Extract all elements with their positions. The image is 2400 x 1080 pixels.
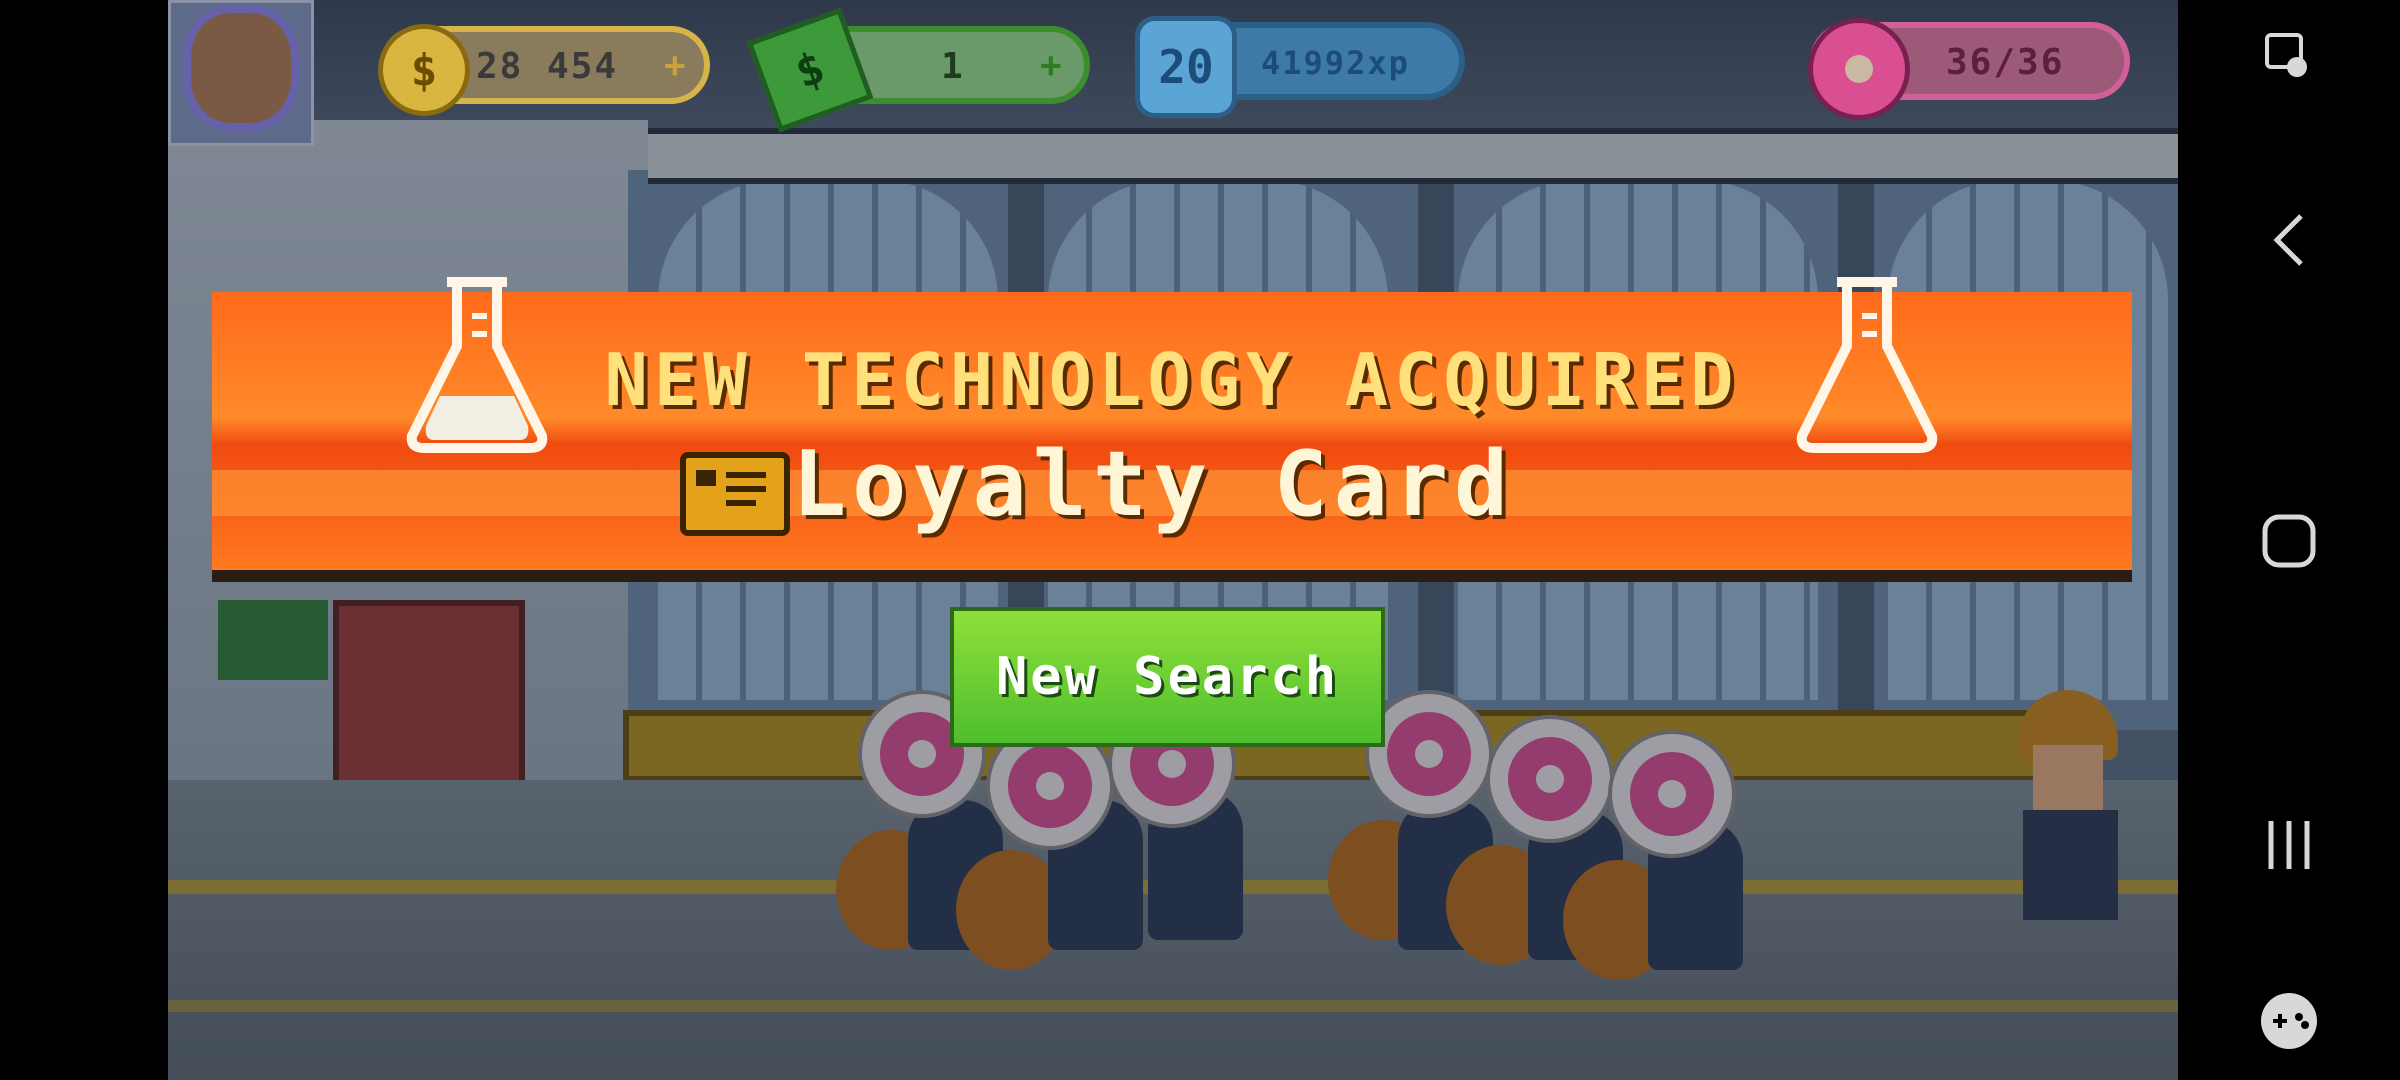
- xp-value: 41992xp: [1261, 44, 1410, 82]
- donut-icon: [1808, 18, 1910, 120]
- avatar-image: [191, 13, 291, 123]
- screen-lock-icon[interactable]: [2244, 10, 2334, 100]
- level-badge-icon: 20: [1135, 16, 1237, 118]
- card-line: [726, 486, 766, 492]
- loyalty-card-icon: [680, 452, 790, 536]
- profile-avatar[interactable]: [168, 0, 314, 146]
- card-line: [726, 500, 756, 506]
- gamepad-icon[interactable]: [2244, 976, 2334, 1066]
- cash-counter[interactable]: $ 1 +: [746, 7, 1090, 133]
- technology-name: Loyalty Card: [792, 432, 1515, 537]
- system-nav-bar: [2178, 0, 2400, 1080]
- add-cash-button[interactable]: +: [1040, 45, 1062, 86]
- coins-counter[interactable]: $ 28 454 +: [378, 24, 710, 116]
- recents-icon[interactable]: [2244, 800, 2334, 890]
- left-letterbox: [0, 0, 168, 1080]
- new-search-button[interactable]: New Search: [950, 607, 1385, 747]
- card-line: [726, 472, 766, 478]
- card-chip: [696, 470, 716, 486]
- coins-value: 28 454: [476, 46, 619, 87]
- xp-counter[interactable]: 20 41992xp: [1135, 16, 1465, 118]
- banner-title: NEW TECHNOLOGY ACQUIRED: [604, 338, 1740, 422]
- add-coins-button[interactable]: +: [664, 45, 686, 86]
- home-icon[interactable]: [2244, 496, 2334, 586]
- new-technology-banner: NEW TECHNOLOGY ACQUIRED Loyalty Card: [212, 277, 2132, 582]
- back-icon[interactable]: [2244, 195, 2334, 285]
- donuts-value: 36/36: [1946, 42, 2065, 83]
- level-value: 20: [1158, 40, 1214, 94]
- cash-value: 1: [941, 46, 965, 87]
- coin-icon: $: [378, 24, 470, 116]
- donuts-counter[interactable]: 36/36: [1808, 18, 2130, 120]
